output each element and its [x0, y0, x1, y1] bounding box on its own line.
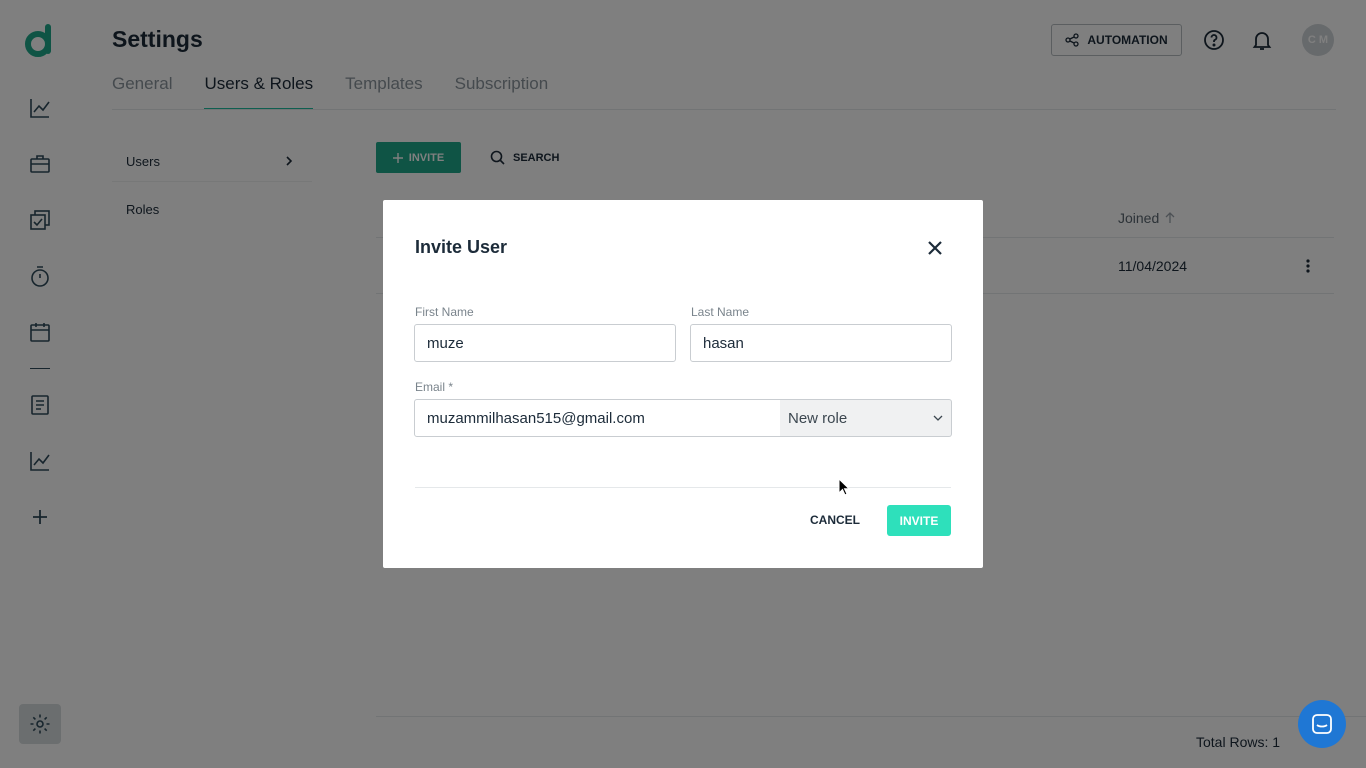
mouse-cursor-icon — [838, 478, 850, 496]
invite-user-dialog: Invite User First Name muze Last Name ha… — [383, 200, 983, 568]
chat-launcher-button[interactable] — [1298, 700, 1346, 748]
email-label: Email * — [415, 380, 454, 394]
role-select[interactable]: New role — [780, 399, 952, 437]
email-field[interactable]: muzammilhasan515@gmail.com — [414, 399, 781, 437]
chevron-down-icon — [933, 415, 943, 421]
role-select-value: New role — [788, 409, 848, 427]
cancel-button[interactable]: CANCEL — [801, 505, 869, 535]
chat-icon — [1312, 714, 1332, 734]
invite-button[interactable]: INVITE — [887, 505, 951, 536]
dialog-divider — [415, 487, 951, 488]
last-name-field[interactable]: hasan — [690, 324, 952, 362]
dialog-title: Invite User — [415, 237, 508, 257]
close-icon[interactable] — [925, 238, 945, 258]
last-name-label: Last Name — [691, 305, 750, 319]
first-name-label: First Name — [415, 305, 474, 319]
first-name-field[interactable]: muze — [414, 324, 676, 362]
